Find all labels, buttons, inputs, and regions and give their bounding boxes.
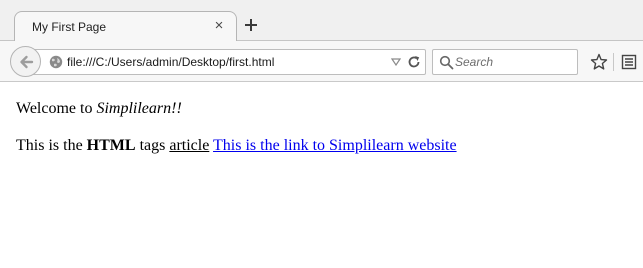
star-icon[interactable] [590,53,608,71]
tab-strip: My First Page × [0,0,643,42]
url-bar[interactable]: file:///C:/Users/admin/Desktop/first.htm… [28,49,426,75]
back-button[interactable] [10,46,41,77]
close-tab-icon[interactable]: × [212,18,226,33]
article-underlined-text: article [169,137,210,154]
url-text[interactable]: file:///C:/Users/admin/Desktop/first.htm… [67,55,274,69]
welcome-paragraph: Welcome to Simplilearn!! [16,100,182,118]
welcome-text: Welcome to [16,100,97,117]
brand-italic-text: Simplilearn!! [96,100,182,117]
tab-my-first-page[interactable]: My First Page × [14,11,237,42]
tab-title: My First Page [32,20,107,34]
back-arrow-icon [20,55,34,69]
navigation-toolbar: file:///C:/Users/admin/Desktop/first.htm… [0,41,643,82]
new-tab-button[interactable] [244,18,258,32]
search-bar[interactable] [432,49,578,75]
simplilearn-link[interactable]: This is the link to Simplilearn website [213,137,457,154]
tags-middle-text: tags [135,137,170,154]
dropmarker-icon[interactable] [391,58,401,66]
tags-paragraph: This is the HTML tags article This is th… [16,137,457,155]
globe-icon [49,55,63,69]
toolbar-separator [613,53,614,71]
reload-icon[interactable] [407,55,421,69]
tags-intro-text: This is the [16,137,87,154]
page-content: Welcome to Simplilearn!! This is the HTM… [0,83,643,268]
html-bold-text: HTML [86,137,136,154]
bookmarks-list-icon[interactable] [620,53,638,71]
search-input[interactable] [455,53,573,71]
search-icon [439,55,454,70]
